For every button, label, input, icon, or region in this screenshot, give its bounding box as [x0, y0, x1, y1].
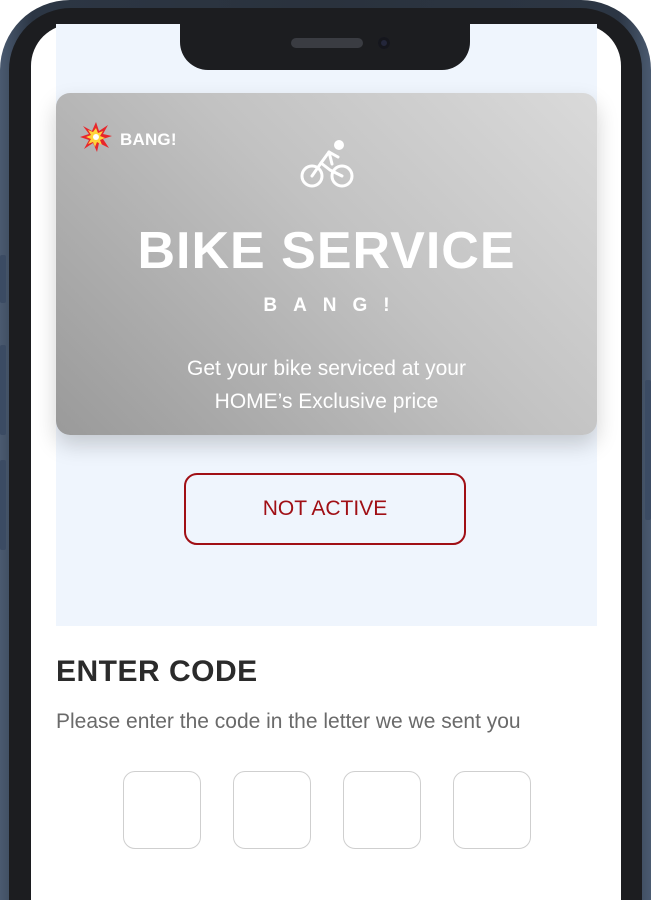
code-digit-3[interactable] — [343, 771, 421, 849]
enter-code-instruction: Please enter the code in the letter we w… — [56, 710, 521, 733]
code-digit-1[interactable] — [123, 771, 201, 849]
promo-description-line-1: Get your bike serviced at your — [187, 357, 466, 380]
promo-badge: BANG! — [80, 121, 177, 158]
volume-down-button — [0, 460, 6, 550]
promo-card: BANG! BIKE SERVICE BANG! Get your bike s… — [56, 93, 597, 435]
cyclist-icon — [299, 137, 355, 194]
code-digit-2[interactable] — [233, 771, 311, 849]
code-input-row — [123, 771, 531, 849]
promo-description-line-2: HOME’s Exclusive price — [214, 390, 439, 413]
code-digit-4[interactable] — [453, 771, 531, 849]
power-button — [645, 380, 651, 520]
badge-label: BANG! — [120, 129, 177, 149]
front-camera — [378, 37, 390, 49]
promo-description: Get your bike serviced at your HOME’s Ex… — [146, 352, 507, 418]
speaker-grille — [291, 38, 363, 48]
promo-title: BIKE SERVICE — [137, 222, 516, 280]
enter-code-title: ENTER CODE — [56, 655, 258, 688]
promo-subtitle: BANG! — [263, 295, 406, 316]
collision-icon — [80, 121, 112, 158]
side-button — [0, 255, 6, 303]
not-active-button[interactable]: NOT ACTIVE — [184, 473, 466, 545]
volume-up-button — [0, 345, 6, 435]
